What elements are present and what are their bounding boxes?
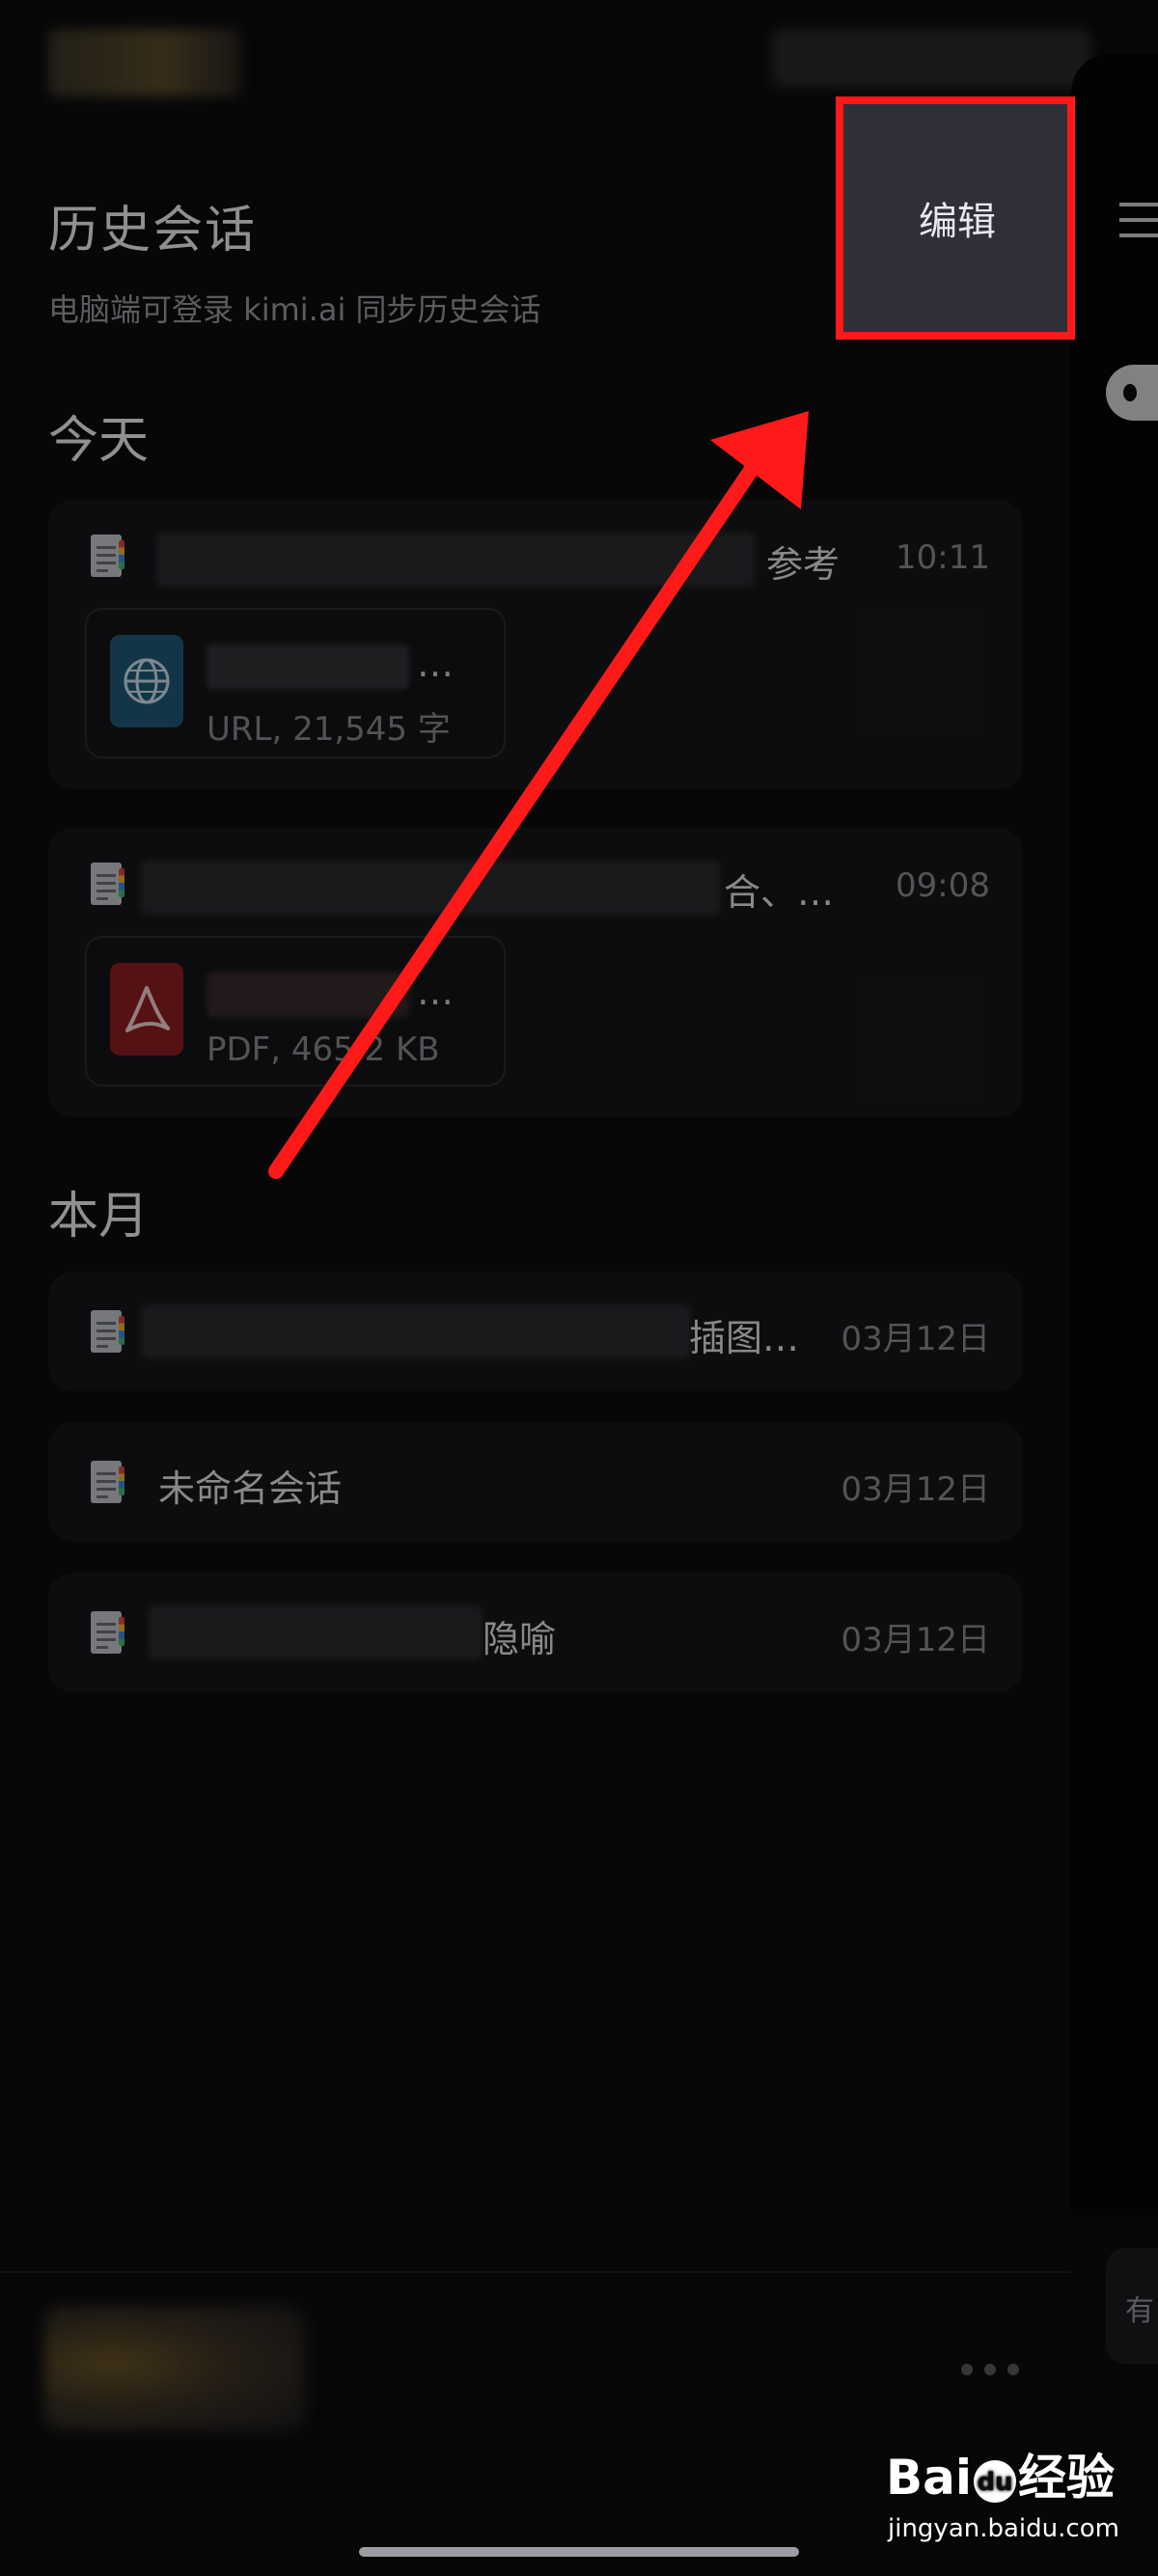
redacted-attachment-name	[207, 973, 409, 1017]
conversation-time: 03月12日	[841, 1320, 990, 1358]
pdf-icon	[110, 963, 183, 1055]
home-indicator[interactable]	[359, 2547, 799, 2557]
conversation-card[interactable]: 合、… 09:08 … PDF, 465.2 KB	[48, 828, 1023, 1117]
conversation-time: 10:11	[896, 538, 990, 577]
section-header-month: 本月	[48, 1188, 150, 1246]
conversation-title-suffix: 参考	[766, 543, 841, 586]
conversation-card[interactable]: 未命名会话 03月12日	[48, 1422, 1023, 1542]
redacted-title	[156, 533, 755, 587]
conversation-title: 未命名会话	[158, 1467, 343, 1510]
attachment-card[interactable]: … PDF, 465.2 KB	[85, 936, 506, 1086]
attachment-name-ellipsis: …	[417, 643, 454, 685]
redacted-title	[141, 1304, 691, 1358]
sync-hint: 电脑端可登录 kimi.ai 同步历史会话	[48, 291, 541, 328]
section-header-today: 今天	[48, 412, 150, 470]
conversation-title-suffix: 隐喻	[482, 1618, 557, 1660]
globe-icon	[110, 635, 183, 727]
status-bar-right-blurred	[772, 29, 1090, 87]
conversation-time: 09:08	[896, 866, 990, 905]
panel-bottom-button[interactable]: 有	[1106, 2248, 1158, 2364]
conversation-card[interactable]: 插图… 03月12日	[48, 1272, 1023, 1391]
conversation-title-suffix: 插图…	[689, 1317, 800, 1359]
watermark: Bai du 经验 jingyan.baidu.com	[886, 2439, 1119, 2555]
attachment-name-ellipsis: …	[417, 971, 454, 1013]
redacted-title	[149, 1605, 482, 1659]
baidu-logo: Bai du 经验	[886, 2450, 1115, 2506]
menu-icon[interactable]	[1119, 203, 1158, 241]
user-avatar-blurred[interactable]	[44, 2306, 305, 2431]
redacted-title	[141, 861, 720, 915]
document-icon	[91, 1611, 124, 1654]
attachment-meta: URL, 21,545 字	[207, 710, 451, 749]
panel-pill-icon	[1106, 365, 1158, 421]
status-bar-left-blurred	[48, 29, 241, 96]
watermark-url: jingyan.baidu.com	[888, 2514, 1119, 2543]
attachment-card[interactable]: … URL, 21,545 字	[85, 608, 506, 758]
redacted-attachment-name	[207, 644, 409, 689]
conversation-time: 03月12日	[841, 1621, 990, 1659]
attachment-meta: PDF, 465.2 KB	[207, 1030, 440, 1069]
conversation-title-suffix: 合、…	[724, 871, 835, 914]
conversation-card[interactable]: 隐喻 03月12日	[48, 1573, 1023, 1692]
conversation-card[interactable]: 参考 10:11 … URL, 21,545 字	[48, 500, 1023, 789]
edit-button[interactable]: 编辑	[841, 100, 1073, 336]
document-icon	[91, 1461, 124, 1503]
document-icon	[91, 534, 124, 577]
bottom-divider	[0, 2271, 1071, 2273]
document-icon	[91, 863, 124, 905]
conversation-time: 03月12日	[841, 1470, 990, 1509]
more-options-icon[interactable]	[961, 2364, 1019, 2377]
document-icon	[91, 1310, 124, 1353]
page-title: 历史会话	[48, 202, 258, 260]
